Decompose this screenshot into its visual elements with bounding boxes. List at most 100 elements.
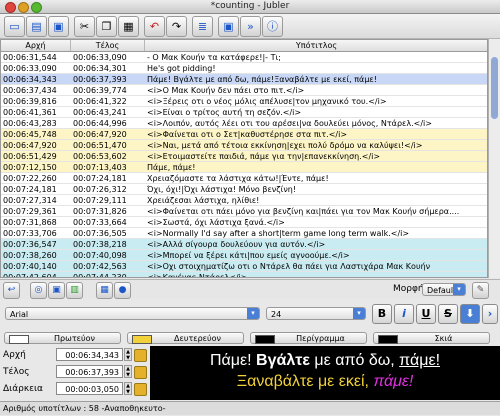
row-end-time: 00:07:29,111	[73, 196, 127, 205]
row-subtitle-text: Όχι, όχι!|Όχι λάστιχα! Μόνο βενζίνη!	[147, 185, 297, 194]
secondary-color-button[interactable]: Δευτερεύον	[127, 332, 244, 344]
style-select[interactable]: Default ▾	[422, 283, 466, 296]
row-subtitle-text: <i>Αλλά σίγουρα δουλεύουν για αυτόν.</i>	[147, 240, 326, 249]
table-row[interactable]: 00:06:43,283 00:06:44,996 <i>Λοιπόν, αυτός…	[1, 118, 487, 129]
bold-button[interactable]: B	[372, 304, 392, 324]
row-end-time: 00:06:39,774	[73, 86, 127, 95]
table-row[interactable]: 00:07:24,181 00:07:26,312 Όχι, όχι!|Όχι λά…	[1, 184, 487, 195]
row-end-time: 00:07:24,181	[73, 174, 127, 183]
duration-field[interactable]: 00:00:03,050	[56, 382, 123, 395]
chart-icon[interactable]: ▥	[66, 282, 83, 299]
row-start-time: 00:06:33,090	[3, 64, 57, 73]
table-row[interactable]: 00:06:45,748 00:06:47,920 <i>Φαίνεται οτι …	[1, 129, 487, 140]
row-end-time: 00:06:44,996	[73, 119, 127, 128]
grid-icon[interactable]: ▦	[96, 282, 113, 299]
arrow-right-icon[interactable]: ›	[482, 304, 498, 324]
underline-button[interactable]: U	[416, 304, 436, 324]
table-row[interactable]: 00:07:36,547 00:07:38,218 <i>Αλλά σίγουρα …	[1, 239, 487, 250]
subtitle-table[interactable]: Αρχή Τέλος Υπότιτλος 00:06:31,544 00:06:3…	[0, 39, 488, 278]
table-row[interactable]: 00:07:40,140 00:07:42,563 <i>Οχι στοιχηματ…	[1, 261, 487, 272]
table-row[interactable]: 00:06:47,920 00:06:51,470 <i>Ναι, μετά από…	[1, 140, 487, 151]
row-start-time: 00:07:27,314	[3, 196, 57, 205]
paste-icon[interactable]: ▦	[118, 16, 139, 37]
row-start-time: 00:06:37,434	[3, 86, 57, 95]
scrollbar-thumb[interactable]	[491, 57, 498, 119]
circle-icon[interactable]: ●	[114, 282, 131, 299]
row-start-time: 00:07:31,868	[3, 218, 57, 227]
table-scrollbar[interactable]	[488, 39, 500, 278]
chevron-down-icon: ▾	[453, 284, 465, 295]
strikethrough-button[interactable]: S	[438, 304, 458, 324]
shadow-color-label: Σκιά	[434, 334, 453, 343]
table-row[interactable]: 00:07:27,314 00:07:29,111 Χρειάζεσαι λάστι…	[1, 195, 487, 206]
table-row[interactable]: 00:07:42,604 00:07:44,230 <i>Κανένας Ντάρε…	[1, 272, 487, 277]
font-select[interactable]: Arial ▾	[5, 307, 260, 320]
redo-icon[interactable]: ↷	[166, 16, 187, 37]
column-subtitle[interactable]: Υπότιτλος	[145, 40, 487, 51]
table-row[interactable]: 00:06:39,816 00:06:41,322 <i>Ξέρεις οτι ο …	[1, 96, 487, 107]
sort-icon[interactable]: ≣	[192, 16, 213, 37]
table-row[interactable]: 00:07:22,260 00:07:24,181 Χρειαζόμαστε τα …	[1, 173, 487, 184]
primary-color-button[interactable]: Πρωτεύον	[4, 332, 121, 344]
new-file-icon[interactable]: ▭	[4, 16, 25, 37]
arrow-down-icon[interactable]: ⬇	[460, 304, 480, 324]
table-row[interactable]: 00:06:41,361 00:06:43,241 <i>Είναι ο τρίτο…	[1, 107, 487, 118]
row-subtitle-text: Πάμε, πάμε!	[147, 163, 196, 172]
row-subtitle-text: <i>Είναι ο τρίτος αυτή τη σεζόν.</i>	[147, 108, 302, 117]
table-row[interactable]: 00:06:31,544 00:06:33,090 - Ο Μακ Κουήν τα…	[1, 52, 487, 63]
start-time-stepper[interactable]: ▲ ▼	[124, 348, 132, 361]
row-subtitle-text: <i>Ετοιμαστείτε παιδιά, πάμε για την|επα…	[147, 152, 381, 161]
shadow-color-button[interactable]: Σκιά	[373, 332, 490, 344]
row-subtitle-text: <i>Ξέρεις οτι ο νέος μόλις απέλυσε|τον μ…	[147, 97, 387, 106]
lock-start-icon[interactable]	[134, 349, 147, 362]
info-icon[interactable]: ⓘ	[262, 16, 283, 37]
pin-icon[interactable]: ↩	[3, 282, 20, 299]
row-start-time: 00:07:40,140	[3, 262, 57, 271]
copy-icon[interactable]: ❐	[96, 16, 117, 37]
table-row[interactable]: 00:06:51,429 00:06:53,602 <i>Ετοιμαστείτε …	[1, 151, 487, 162]
preview-icon[interactable]: ▣	[218, 16, 239, 37]
table-row[interactable]: 00:07:33,706 00:07:36,505 <i>Normally I'd …	[1, 228, 487, 239]
primary-color-swatch	[9, 335, 29, 344]
play-icon[interactable]: »	[240, 16, 261, 37]
column-end[interactable]: Τέλος	[71, 40, 145, 51]
lock-end-icon[interactable]	[134, 366, 147, 379]
row-end-time: 00:06:41,322	[73, 97, 127, 106]
table-row[interactable]: 00:06:34,343 00:06:37,393 Πάμε! Βγάλτε με …	[1, 74, 487, 85]
row-end-time: 00:06:33,090	[73, 53, 127, 62]
row-end-time: 00:07:26,312	[73, 185, 127, 194]
undo-icon[interactable]: ↶	[144, 16, 165, 37]
preview-line-2: Ξαναβάλτε με εκεί, πάμε!	[150, 373, 500, 391]
end-time-stepper[interactable]: ▲ ▼	[124, 365, 132, 378]
ring-icon[interactable]: ◎	[30, 282, 47, 299]
secondary-color-swatch	[132, 335, 152, 344]
table-row[interactable]: 00:07:38,260 00:07:40,098 <i>Μπορεί να ξέρ…	[1, 250, 487, 261]
row-subtitle-text: <i>Normally I'd say after a short|term g…	[147, 229, 410, 238]
cut-icon[interactable]: ✂	[74, 16, 95, 37]
row-end-time: 00:07:38,218	[73, 240, 127, 249]
outline-color-button[interactable]: Περίγραμμα	[250, 332, 367, 344]
table-row[interactable]: 00:07:31,868 00:07:33,664 <i>Σωστά, όχι λά…	[1, 217, 487, 228]
row-start-time: 00:07:33,706	[3, 229, 57, 238]
italic-button[interactable]: i	[394, 304, 414, 324]
edit-style-icon[interactable]: ✎	[472, 282, 489, 299]
square-icon[interactable]: ▣	[48, 282, 65, 299]
duration-stepper[interactable]: ▲ ▼	[124, 382, 132, 395]
size-select[interactable]: 24 ▾	[266, 307, 366, 320]
table-row[interactable]: 00:07:12,150 00:07:13,403 Πάμε, πάμε!	[1, 162, 487, 173]
table-row[interactable]: 00:07:29,361 00:07:31,826 <i>Φαίνεται οτι …	[1, 206, 487, 217]
column-start[interactable]: Αρχή	[1, 40, 71, 51]
start-time-field[interactable]: 00:06:34,343	[56, 348, 123, 361]
open-folder-icon[interactable]: ▤	[26, 16, 47, 37]
save-icon[interactable]: ▣	[48, 16, 69, 37]
preview-line-1: Πάμε! Βγάλτε με από δω, πάμε!	[150, 352, 500, 370]
duration-label: Διάρκεια	[3, 384, 43, 394]
end-time-field[interactable]: 00:06:37,393	[56, 365, 123, 378]
table-row[interactable]: 00:06:33,090 00:06:34,301 He's got pidding…	[1, 63, 487, 74]
row-start-time: 00:06:47,920	[3, 141, 57, 150]
table-row[interactable]: 00:06:37,434 00:06:39,774 <i>Ο Μακ Κουήν δ…	[1, 85, 487, 96]
preview-word: με από δω,	[314, 352, 395, 369]
lock-duration-icon[interactable]	[134, 383, 147, 396]
row-subtitle-text: Πάμε! Βγάλτε με από δω, πάμε!Ξαναβάλτε μ…	[147, 75, 377, 84]
row-end-time: 00:06:51,470	[73, 141, 127, 150]
